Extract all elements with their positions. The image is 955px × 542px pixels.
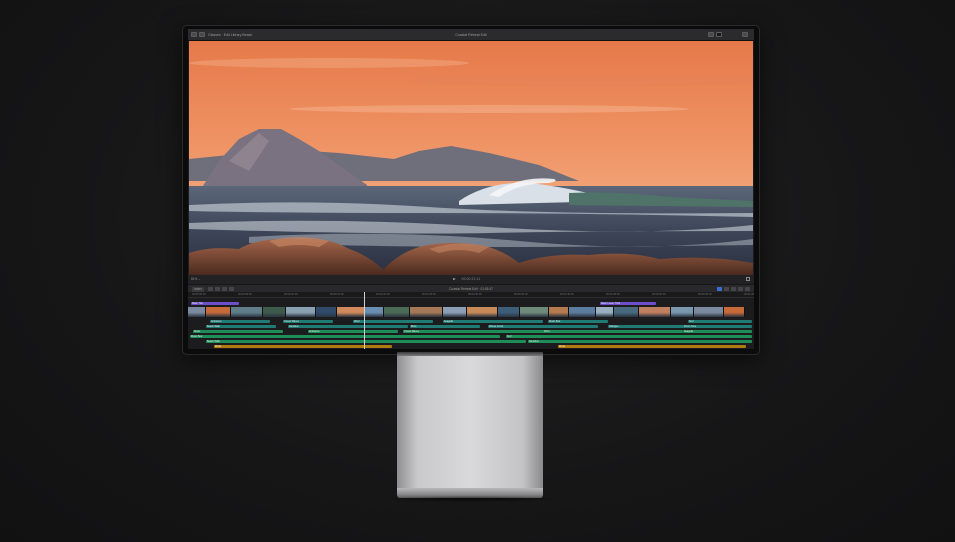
video-clip[interactable]: [694, 307, 724, 317]
video-clip[interactable]: [263, 307, 286, 317]
project-title: Coastal Retreat Edit: [455, 33, 487, 37]
video-clip[interactable]: [410, 307, 443, 317]
video-clip[interactable]: [206, 307, 231, 317]
forward-icon[interactable]: [215, 287, 220, 291]
audio-clip[interactable]: Wind: [353, 320, 433, 324]
audio-clip[interactable]: Beach Walk: [206, 340, 526, 344]
audio-skimming-icon[interactable]: [724, 287, 729, 291]
browser-toggle-icon[interactable]: [199, 32, 205, 37]
audio-clip[interactable]: Music: [214, 345, 392, 349]
play-icon[interactable]: [453, 278, 456, 280]
video-clip[interactable]: [614, 307, 639, 317]
clip-appearance-icon[interactable]: [738, 287, 743, 291]
audio-clip[interactable]: Ambience: [210, 320, 270, 324]
library-toggle-icon[interactable]: [191, 32, 197, 37]
video-clip[interactable]: [724, 307, 745, 317]
video-clip[interactable]: [671, 307, 694, 317]
audio-clip[interactable]: Music: [193, 330, 283, 334]
app-toolbar: Glasses · Edit Library Beach Coastal Ret…: [188, 29, 754, 41]
video-clip[interactable]: [384, 307, 410, 317]
audio-clip[interactable]: Ambience: [308, 330, 398, 334]
effects-browser-icon[interactable]: [745, 287, 750, 291]
audio-clip[interactable]: Surf: [506, 335, 752, 339]
audio-clip[interactable]: Wind: [543, 330, 683, 334]
audio-clip[interactable]: Music: [558, 345, 746, 349]
video-clip[interactable]: [549, 307, 569, 317]
stand-shadow: [380, 496, 560, 502]
timeline-toolbar: Index Coastal Retreat Edit · 01:05:47: [188, 284, 754, 292]
audio-clip[interactable]: Narration: [288, 325, 408, 329]
audio-clip[interactable]: Music Bed: [548, 320, 608, 324]
audio-clip[interactable]: Room Tone: [683, 325, 752, 329]
video-clip[interactable]: [520, 307, 549, 317]
timeline-tracks[interactable]: Basic Title Basic Lower Third Ambience Ocea…: [188, 298, 754, 349]
video-clip[interactable]: [188, 307, 206, 317]
video-clip[interactable]: [498, 307, 520, 317]
video-clip[interactable]: [443, 307, 467, 317]
library-label: Glasses · Edit Library Beach: [208, 33, 253, 37]
solo-icon[interactable]: [731, 287, 736, 291]
audio-clip[interactable]: Ocean Waves: [403, 330, 553, 334]
insert-clip-icon[interactable]: [229, 287, 234, 291]
audio-clip[interactable]: Surf: [688, 320, 752, 324]
video-clip[interactable]: [365, 307, 384, 317]
video-clip[interactable]: [467, 307, 498, 317]
video-clip[interactable]: [639, 307, 671, 317]
view-options-label[interactable]: 81% ⌄: [191, 275, 201, 284]
audio-clip[interactable]: Birds: [410, 325, 480, 329]
connect-clip-icon[interactable]: [222, 287, 227, 291]
viewer[interactable]: [189, 41, 753, 275]
title-clip[interactable]: Basic Title: [191, 302, 239, 306]
settings-icon[interactable]: [742, 32, 748, 37]
audio-clip[interactable]: Narration: [528, 340, 752, 344]
back-icon[interactable]: [208, 287, 213, 291]
audio-clip[interactable]: Ocean Waves: [283, 320, 333, 324]
video-clip[interactable]: [596, 307, 614, 317]
fullscreen-icon[interactable]: [746, 277, 750, 281]
audio-clip[interactable]: Music Bed: [190, 335, 500, 339]
pro-display-monitor: Glasses · Edit Library Beach Coastal Ret…: [183, 26, 759, 354]
video-clip[interactable]: [316, 307, 337, 317]
snapping-icon[interactable]: [717, 287, 722, 291]
final-cut-pro-window: Glasses · Edit Library Beach Coastal Ret…: [188, 29, 754, 349]
video-clip[interactable]: [231, 307, 263, 317]
video-clip[interactable]: [337, 307, 365, 317]
audio-clip[interactable]: Seagulls: [683, 330, 752, 334]
monitor-stand: [397, 356, 543, 490]
playhead[interactable]: [364, 292, 365, 349]
video-clip[interactable]: [569, 307, 596, 317]
title-clip[interactable]: Basic Lower Third: [600, 302, 656, 306]
sunset-seascape-image: [189, 41, 753, 275]
audio-clip[interactable]: Waves Crash: [488, 325, 598, 329]
audio-clip[interactable]: Seagulls: [443, 320, 543, 324]
primary-storyline[interactable]: [188, 298, 754, 318]
viewer-transport-bar: 81% ⌄ 00:00:21:11: [188, 275, 754, 284]
share-icon[interactable]: [708, 32, 714, 37]
inspector-toggle-icon[interactable]: [716, 32, 722, 37]
index-button[interactable]: Index: [192, 286, 204, 292]
timecode-display[interactable]: 00:00:21:11: [462, 275, 481, 284]
video-clip[interactable]: [286, 307, 316, 317]
audio-clip[interactable]: Beach Walk: [206, 325, 276, 329]
